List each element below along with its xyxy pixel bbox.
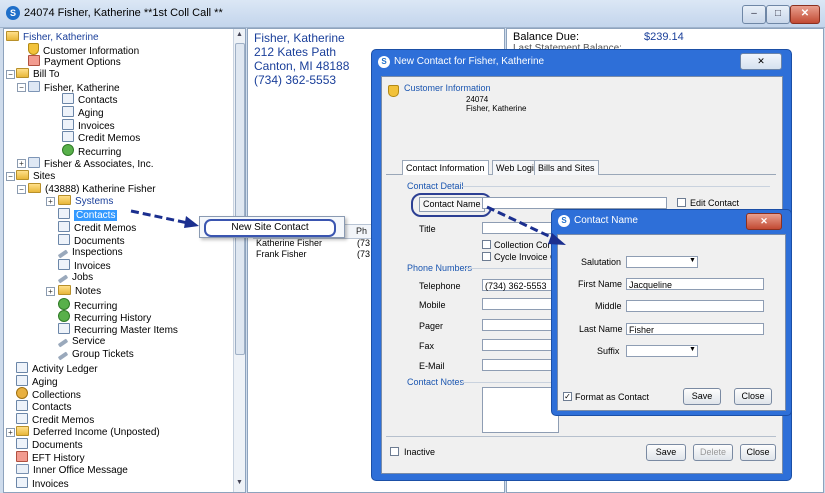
- arrow-to-menu: [130, 209, 189, 225]
- arrow-head-icon: [184, 216, 199, 228]
- annotation-arrows: [130, 205, 566, 245]
- arrow-to-contact-name-dialog: [486, 205, 556, 241]
- arrow-head-icon: [548, 233, 566, 245]
